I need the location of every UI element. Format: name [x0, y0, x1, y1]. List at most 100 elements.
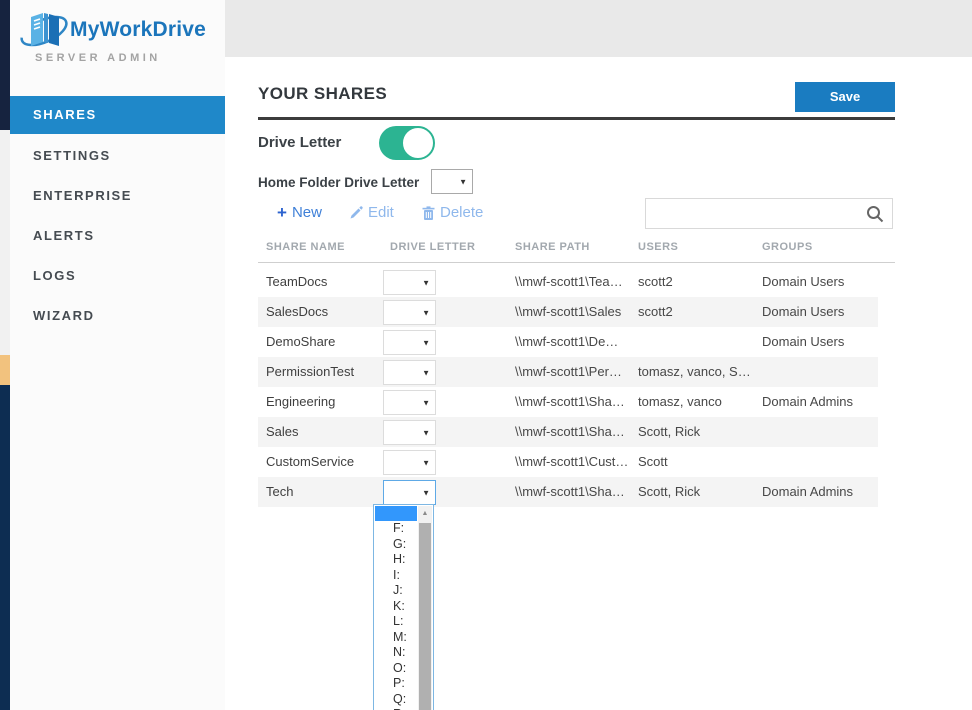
- dropdown-option[interactable]: L:: [375, 614, 417, 630]
- search-icon[interactable]: [866, 205, 884, 223]
- share-users: Scott: [638, 454, 668, 469]
- sidebar-nav: SHARES SETTINGS ENTERPRISE ALERTS LOGS W…: [10, 96, 225, 336]
- share-groups: Domain Users: [762, 274, 844, 289]
- scroll-up-arrow-icon[interactable]: ▲: [418, 506, 432, 522]
- sidebar-item-alerts[interactable]: ALERTS: [10, 216, 225, 256]
- top-bar: [225, 0, 972, 57]
- dropdown-option[interactable]: P:: [375, 676, 417, 692]
- dropdown-option[interactable]: N:: [375, 645, 417, 661]
- dropdown-option[interactable]: I:: [375, 568, 417, 584]
- table-row[interactable]: CustomService ▼ \\mwf-scott1\Cust… Scott: [258, 447, 878, 477]
- table-row[interactable]: Tech ▼ \\mwf-scott1\Sha… Scott, Rick Dom…: [258, 477, 878, 507]
- share-path: \\mwf-scott1\Per…: [515, 364, 622, 379]
- sidebar-item-enterprise[interactable]: ENTERPRISE: [10, 176, 225, 216]
- home-folder-drive-letter-label: Home Folder Drive Letter: [258, 175, 419, 190]
- background-strip-navy-bottom: [0, 385, 10, 710]
- share-path: \\mwf-scott1\Sha…: [515, 424, 625, 439]
- share-groups: Domain Users: [762, 304, 844, 319]
- column-header-groups[interactable]: GROUPS: [762, 241, 813, 253]
- column-header-share-path[interactable]: SHARE PATH: [515, 241, 590, 253]
- table-row[interactable]: PermissionTest ▼ \\mwf-scott1\Per… tomas…: [258, 357, 878, 387]
- drive-letter-select[interactable]: ▼: [383, 270, 436, 295]
- main-content: YOUR SHARES Save Drive Letter Home Folde…: [225, 57, 972, 710]
- brand-subtitle: SERVER ADMIN: [35, 52, 161, 64]
- scrollbar-thumb[interactable]: [419, 523, 431, 710]
- dropdown-option[interactable]: O:: [375, 661, 417, 677]
- chevron-down-icon: ▼: [422, 308, 430, 317]
- trash-icon: [422, 206, 435, 220]
- dropdown-option[interactable]: H:: [375, 552, 417, 568]
- drive-letter-select[interactable]: ▼: [383, 360, 436, 385]
- edit-button[interactable]: Edit: [349, 204, 394, 221]
- delete-button[interactable]: Delete: [422, 204, 483, 221]
- table-row[interactable]: DemoShare ▼ \\mwf-scott1\De… Domain User…: [258, 327, 878, 357]
- drive-letter-select[interactable]: ▼: [383, 390, 436, 415]
- sidebar-item-shares[interactable]: SHARES: [10, 96, 225, 134]
- dropdown-option[interactable]: F:: [375, 521, 417, 537]
- share-path: \\mwf-scott1\Tea…: [515, 274, 623, 289]
- drive-letter-label: Drive Letter: [258, 134, 341, 151]
- share-groups: Domain Admins: [762, 484, 853, 499]
- share-users: tomasz, vanco, S…: [638, 364, 751, 379]
- share-users: scott2: [638, 274, 673, 289]
- dropdown-scrollbar[interactable]: ▲: [418, 506, 432, 710]
- new-button[interactable]: + New: [277, 204, 322, 221]
- myworkdrive-admin-window: MyWorkDrive SERVER ADMIN SHARES SETTINGS…: [0, 0, 972, 710]
- table-row[interactable]: Engineering ▼ \\mwf-scott1\Sha… tomasz, …: [258, 387, 878, 417]
- shares-table: TeamDocs ▼ \\mwf-scott1\Tea… scott2 Doma…: [258, 267, 878, 507]
- background-strip-light: [0, 130, 10, 355]
- home-folder-drive-letter-select[interactable]: ▼: [431, 169, 473, 194]
- share-path: \\mwf-scott1\De…: [515, 334, 618, 349]
- drive-letter-select[interactable]: ▼: [383, 450, 436, 475]
- sidebar-item-wizard[interactable]: WIZARD: [10, 296, 225, 336]
- dropdown-option[interactable]: M:: [375, 630, 417, 646]
- chevron-down-icon: ▼: [422, 368, 430, 377]
- chevron-down-icon: ▼: [459, 177, 467, 186]
- drive-letter-dropdown-list: F: G: H: I: J: K: L: M: N: O: P: Q: R: ▲: [373, 504, 434, 710]
- share-path: \\mwf-scott1\Sales: [515, 304, 621, 319]
- toggle-knob: [401, 126, 435, 160]
- column-header-users[interactable]: USERS: [638, 241, 678, 253]
- chevron-down-icon: ▼: [422, 458, 430, 467]
- table-row[interactable]: TeamDocs ▼ \\mwf-scott1\Tea… scott2 Doma…: [258, 267, 878, 297]
- share-name: CustomService: [266, 454, 354, 469]
- brand-name: MyWorkDrive: [70, 18, 206, 42]
- dropdown-option[interactable]: J:: [375, 583, 417, 599]
- share-path: \\mwf-scott1\Cust…: [515, 454, 628, 469]
- drive-letter-select[interactable]: ▼: [383, 420, 436, 445]
- sidebar-item-settings[interactable]: SETTINGS: [10, 136, 225, 176]
- dropdown-option-blank[interactable]: [375, 506, 417, 521]
- table-row[interactable]: SalesDocs ▼ \\mwf-scott1\Sales scott2 Do…: [258, 297, 878, 327]
- drive-letter-select[interactable]: ▼: [383, 300, 436, 325]
- background-strip-navy-top: [0, 0, 10, 130]
- plus-icon: +: [277, 204, 287, 221]
- delete-button-label: Delete: [440, 204, 483, 221]
- share-name: PermissionTest: [266, 364, 354, 379]
- chevron-down-icon: ▼: [422, 338, 430, 347]
- drive-letter-select[interactable]: ▼: [383, 330, 436, 355]
- column-header-drive-letter[interactable]: DRIVE LETTER: [390, 241, 475, 253]
- background-strip-orange: [0, 355, 10, 385]
- share-groups: Domain Users: [762, 334, 844, 349]
- sidebar-item-logs[interactable]: LOGS: [10, 256, 225, 296]
- share-name: Sales: [266, 424, 299, 439]
- dropdown-option[interactable]: G:: [375, 537, 417, 553]
- save-button[interactable]: Save: [795, 82, 895, 112]
- table-row[interactable]: Sales ▼ \\mwf-scott1\Sha… Scott, Rick: [258, 417, 878, 447]
- page-title: YOUR SHARES: [258, 84, 387, 104]
- share-name: Tech: [266, 484, 293, 499]
- chevron-down-icon: ▼: [422, 398, 430, 407]
- share-name: Engineering: [266, 394, 335, 409]
- share-path: \\mwf-scott1\Sha…: [515, 394, 625, 409]
- sidebar: MyWorkDrive SERVER ADMIN SHARES SETTINGS…: [10, 0, 225, 710]
- drive-letter-toggle[interactable]: [379, 126, 432, 160]
- share-name: SalesDocs: [266, 304, 328, 319]
- share-groups: Domain Admins: [762, 394, 853, 409]
- search-box: [645, 198, 893, 229]
- dropdown-option[interactable]: Q:: [375, 692, 417, 708]
- column-header-share-name[interactable]: SHARE NAME: [266, 241, 345, 253]
- search-input[interactable]: [652, 200, 857, 227]
- share-users: Scott, Rick: [638, 484, 700, 499]
- dropdown-option[interactable]: K:: [375, 599, 417, 615]
- drive-letter-select-open[interactable]: ▼: [383, 480, 436, 505]
